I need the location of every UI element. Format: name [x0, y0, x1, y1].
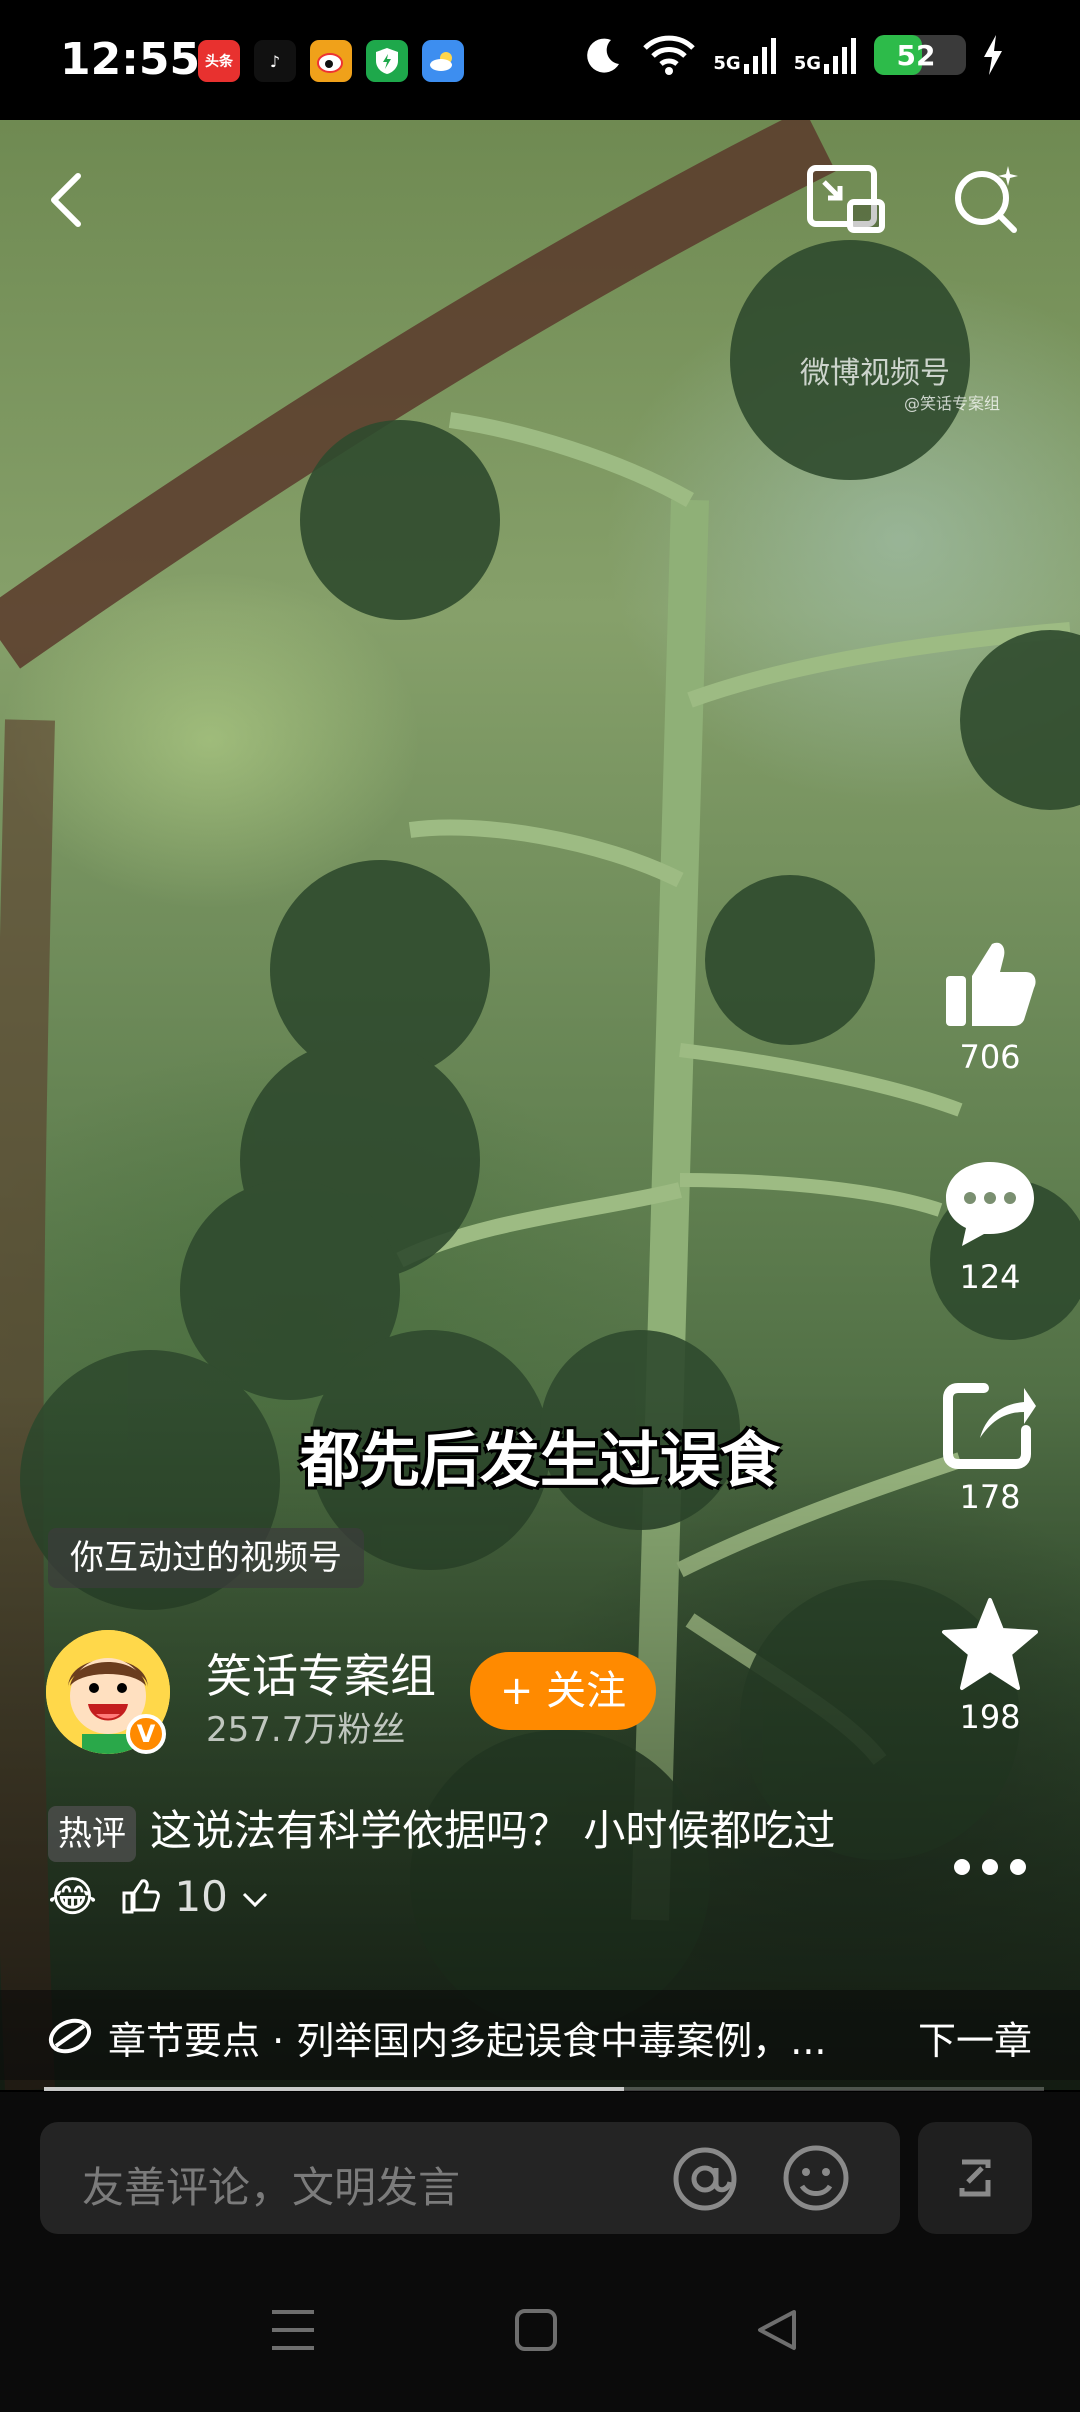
hot-comment-like-count: 10	[174, 1872, 228, 1921]
menu-nav-button[interactable]	[270, 2308, 316, 2352]
battery-icon: 52	[874, 35, 966, 75]
comment-count: 124	[959, 1258, 1021, 1296]
thumbs-up-icon	[946, 942, 1036, 1026]
status-indicators: 5G 5G 52	[583, 34, 1004, 76]
moon-icon	[587, 38, 620, 73]
video-subtitle: 都先后发生过误食	[300, 1426, 780, 1496]
chevron-down-icon	[243, 1892, 268, 1908]
expand-button[interactable]	[918, 2122, 1032, 2234]
home-nav-button[interactable]	[514, 2308, 558, 2352]
signal-1-icon: 5G	[713, 36, 777, 74]
notification-icons: 头条 ♪	[198, 40, 464, 82]
status-bar: 12:55 头条 ♪ 5G 5G 52	[0, 0, 1080, 120]
comment-input[interactable]: 友善评论，文明发言	[40, 2122, 900, 2234]
search-icon[interactable]	[950, 162, 1024, 236]
favorite-button[interactable]: 198	[920, 1596, 1060, 1736]
signal-2-icon: 5G	[794, 36, 858, 74]
share-button[interactable]: 178	[920, 1376, 1060, 1516]
author-fans: 257.7万粉丝	[206, 1710, 406, 1750]
verified-badge-icon: V	[126, 1714, 166, 1754]
toutiao-icon: 头条	[198, 40, 240, 82]
expand-icon	[959, 2159, 991, 2197]
like-button[interactable]: 706	[920, 936, 1060, 1076]
video-progress-fill	[44, 2087, 624, 2091]
weibo-icon	[310, 40, 352, 82]
system-nav-bar	[0, 2248, 1080, 2412]
hot-comment-badge: 热评	[48, 1805, 136, 1862]
charging-icon	[984, 35, 1002, 75]
chapter-icon	[48, 2018, 92, 2054]
picture-in-picture-button[interactable]	[806, 164, 886, 234]
next-chapter-button[interactable]: 下一章	[918, 2010, 1032, 2065]
hot-comment-likes[interactable]: 10	[121, 1864, 269, 1930]
clock: 12:55	[60, 34, 201, 85]
watermark-sub: @笑话专案组	[904, 394, 1001, 413]
back-button[interactable]	[40, 170, 100, 230]
share-icon	[943, 1383, 1036, 1469]
more-button[interactable]	[920, 1852, 1060, 1882]
battery-level: 52	[896, 38, 936, 72]
video-player[interactable]: 都先后发生过误食 微博视频号 @笑话专案组	[0, 120, 1080, 2090]
like-count: 706	[959, 1038, 1021, 1076]
back-nav-button[interactable]	[756, 2308, 798, 2352]
comment-placeholder: 友善评论，文明发言	[82, 2163, 461, 2212]
watermark: 微博视频号	[800, 356, 950, 391]
interacted-channel-tag: 你互动过的视频号	[48, 1528, 364, 1588]
wifi-icon	[643, 35, 696, 75]
hot-comment[interactable]: 热评 这说法有科学依据吗？ 小时候都吃过😂 10	[48, 1798, 868, 1930]
favorite-count: 198	[959, 1698, 1021, 1736]
video-progress-bar[interactable]	[44, 2087, 1044, 2091]
more-dots-icon	[954, 1859, 1026, 1875]
author-name[interactable]: 笑话专案组	[206, 1640, 436, 1706]
comment-button[interactable]: 124	[920, 1156, 1060, 1296]
emoji-icon[interactable]	[780, 2142, 852, 2214]
star-icon	[942, 1598, 1038, 1690]
shield-app-icon	[366, 40, 408, 82]
mention-icon[interactable]	[670, 2144, 740, 2214]
chapter-bar[interactable]: 章节要点 · 列举国内多起误食中毒案例，... 下一章	[0, 1990, 1080, 2080]
follow-button[interactable]: + 关注	[470, 1652, 656, 1730]
douyin-icon: ♪	[254, 40, 296, 82]
chapter-summary: 章节要点 · 列举国内多起误食中毒案例，...	[108, 2019, 827, 2063]
comment-bubble-icon	[946, 1162, 1034, 1246]
share-count: 178	[959, 1478, 1021, 1516]
thumbs-up-outline-icon	[122, 1879, 160, 1914]
weather-icon	[422, 40, 464, 82]
